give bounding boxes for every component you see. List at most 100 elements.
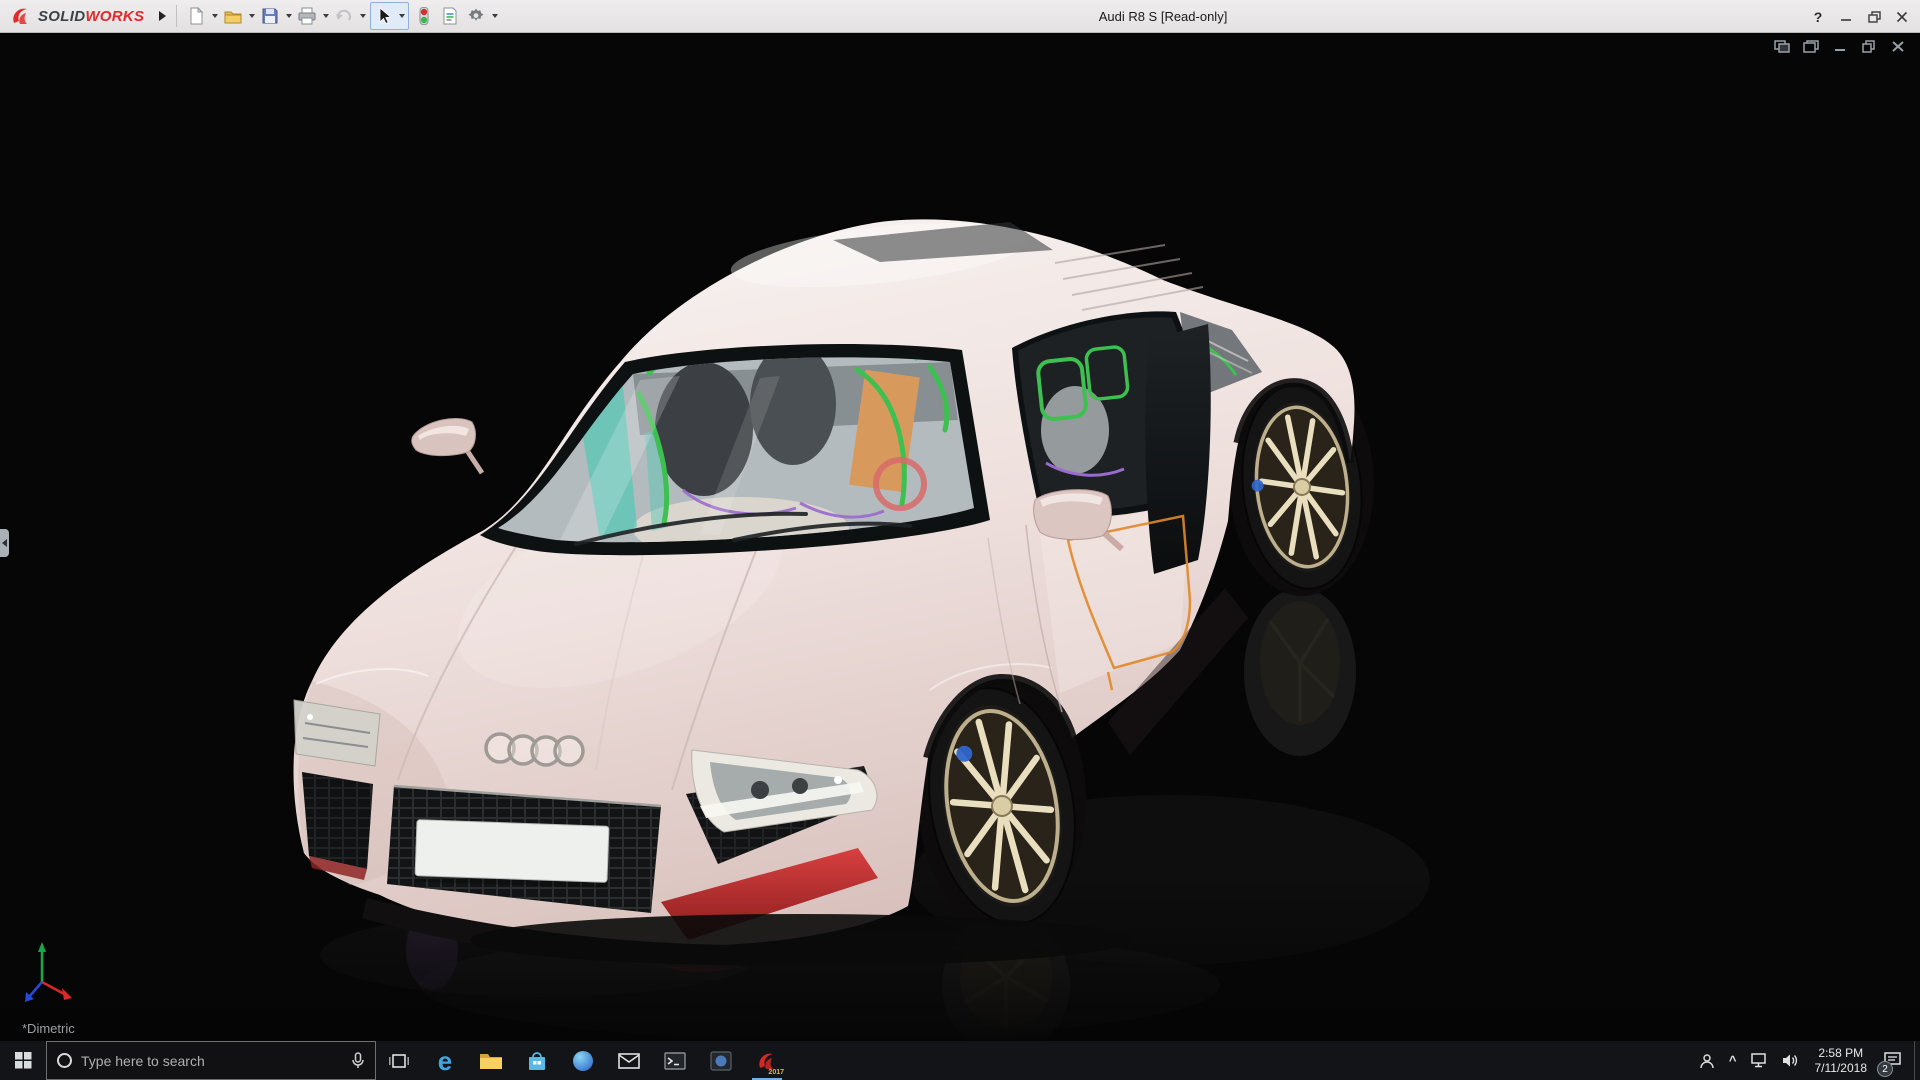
options-button[interactable]	[463, 3, 489, 29]
select-cursor-icon	[379, 7, 392, 25]
open-folder-icon	[224, 11, 242, 24]
person-icon	[1700, 1053, 1714, 1068]
system-tray: ^ 2:58 PM 7/11/2018 2	[1692, 1041, 1920, 1080]
titlebar: SOLIDWORKS Audi R8 S [Read-only] ?	[0, 0, 1920, 33]
dropdown-arrow-icon	[398, 14, 405, 18]
side-blade	[1145, 324, 1211, 574]
microphone-icon[interactable]	[351, 1051, 365, 1070]
menu-flyout-button[interactable]	[154, 5, 170, 27]
rebuild-button[interactable]	[411, 3, 437, 29]
save-dropdown[interactable]	[283, 3, 294, 29]
graphics-area[interactable]: *Dimetric	[0, 33, 1920, 1041]
quick-access-toolbar	[183, 2, 500, 30]
notification-badge: 2	[1877, 1061, 1893, 1077]
doc-minimize-button[interactable]	[1830, 38, 1850, 54]
task-view-button[interactable]	[376, 1041, 422, 1080]
folder-icon	[480, 1054, 502, 1069]
dropdown-arrow-icon	[248, 14, 255, 18]
action-center-button[interactable]: 2	[1876, 1041, 1914, 1080]
select-tool-button[interactable]	[372, 4, 396, 28]
network-icon	[1750, 1053, 1766, 1068]
undo-icon	[336, 9, 352, 21]
print-dropdown[interactable]	[320, 3, 331, 29]
print-icon	[298, 7, 316, 25]
solidworks-logo-icon	[13, 8, 27, 24]
view-orientation-label: *Dimetric	[22, 1021, 75, 1036]
taskbar-search[interactable]	[46, 1041, 376, 1080]
dropdown-arrow-icon	[211, 14, 218, 18]
window-title: Audi R8 S [Read-only]	[1098, 9, 1228, 24]
solidworks-taskbar-icon[interactable]: 2017	[744, 1041, 790, 1080]
brand-name: SOLIDWORKS	[38, 7, 145, 25]
file-properties-button[interactable]	[437, 3, 463, 29]
left-intake	[302, 772, 373, 880]
help-icon: ?	[1813, 8, 1823, 25]
window-controls: ?	[1804, 0, 1916, 33]
windows-logo-icon	[14, 1052, 31, 1069]
store-taskbar-icon[interactable]	[514, 1041, 560, 1080]
collapsed-panel-tab[interactable]	[0, 529, 9, 557]
console-icon	[664, 1051, 686, 1070]
mail-taskbar-icon[interactable]	[606, 1041, 652, 1080]
edge-taskbar-icon[interactable]: e	[422, 1041, 468, 1080]
restore-icon	[1867, 10, 1881, 23]
app-taskbar-icon[interactable]	[698, 1041, 744, 1080]
document-window-controls	[1772, 38, 1908, 54]
minimize-button[interactable]	[1832, 4, 1860, 30]
select-tool-dropdown[interactable]	[396, 3, 407, 29]
doc-cascade-button[interactable]	[1801, 38, 1821, 54]
start-button[interactable]	[0, 1041, 46, 1080]
store-bag-icon	[529, 1051, 545, 1070]
save-button[interactable]	[257, 3, 283, 29]
file-properties-icon	[443, 7, 457, 25]
new-document-dropdown[interactable]	[209, 3, 220, 29]
minimize-icon	[1841, 18, 1851, 21]
toolbar-separator	[176, 5, 178, 27]
undo-dropdown[interactable]	[357, 3, 368, 29]
options-dropdown[interactable]	[489, 3, 500, 29]
clock-date: 7/11/2018	[1814, 1060, 1868, 1075]
doc-restore-button[interactable]	[1859, 38, 1879, 54]
solidworks-year-label: 2017	[768, 1069, 784, 1076]
close-button[interactable]	[1888, 4, 1916, 30]
search-icon	[57, 1053, 72, 1068]
search-input[interactable]	[81, 1052, 342, 1069]
solidworks-logo: SOLIDWORKS	[0, 5, 144, 27]
rebuild-icon	[419, 7, 429, 25]
clock-time: 2:58 PM	[1818, 1045, 1864, 1060]
help-button[interactable]: ?	[1804, 4, 1832, 30]
doc-new-window-button[interactable]	[1772, 38, 1792, 54]
network-tray-button[interactable]	[1744, 1041, 1775, 1080]
circular-app-taskbar-icon[interactable]	[560, 1041, 606, 1080]
chevron-left-icon	[2, 539, 7, 547]
save-icon	[262, 8, 278, 24]
dropdown-arrow-icon	[491, 14, 498, 18]
flyout-arrow-icon	[158, 11, 166, 21]
undo-button[interactable]	[331, 3, 357, 29]
open-dropdown[interactable]	[246, 3, 257, 29]
show-desktop-button[interactable]	[1914, 1041, 1920, 1080]
people-tray-button[interactable]	[1692, 1041, 1722, 1080]
file-explorer-taskbar-icon[interactable]	[468, 1041, 514, 1080]
select-tool-active	[370, 2, 410, 30]
taskbar: e	[0, 1041, 1920, 1080]
open-button[interactable]	[220, 3, 246, 29]
dropdown-arrow-icon	[359, 14, 366, 18]
car-render	[0, 33, 1920, 1041]
taskbar-clock[interactable]: 2:58 PM 7/11/2018	[1806, 1041, 1877, 1080]
print-button[interactable]	[294, 3, 320, 29]
new-document-icon	[190, 6, 204, 25]
close-icon	[1896, 11, 1908, 22]
dropdown-arrow-icon	[285, 14, 292, 18]
console-taskbar-icon[interactable]	[652, 1041, 698, 1080]
volume-tray-button[interactable]	[1775, 1041, 1806, 1080]
tray-overflow-button[interactable]: ^	[1722, 1041, 1744, 1080]
license-plate	[414, 819, 610, 889]
edge-icon: e	[437, 1045, 453, 1076]
restore-button[interactable]	[1860, 4, 1888, 30]
doc-close-button[interactable]	[1888, 38, 1908, 54]
screen: *Dimetric SOLIDWORKS Audi R8 S [Read-onl…	[0, 0, 1920, 1080]
new-document-button[interactable]	[183, 3, 209, 29]
dropdown-arrow-icon	[322, 14, 329, 18]
mail-envelope-icon	[618, 1052, 640, 1069]
